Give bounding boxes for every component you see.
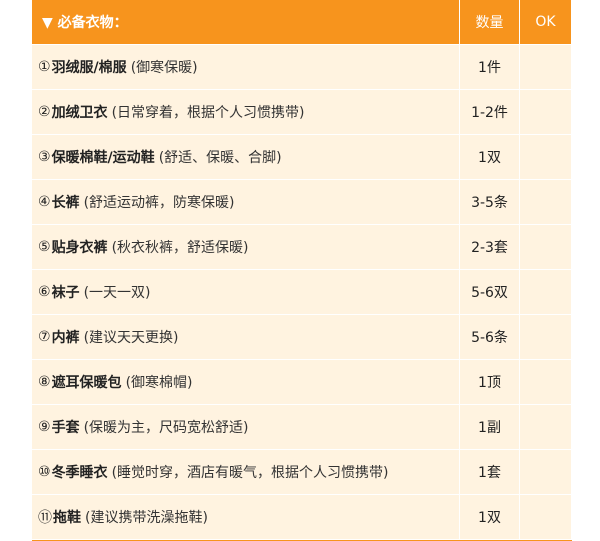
table-row: ⑥ 袜子 (一天一双) 5-6双 — [32, 270, 572, 315]
item-quantity: 3-5条 — [460, 180, 520, 225]
item-cell: ③ 保暖棉鞋/运动鞋 (舒适、保暖、合脚) — [32, 135, 460, 180]
item-cell: ④ 长裤 (舒适运动裤，防寒保暖) — [32, 180, 460, 225]
table-row: ③ 保暖棉鞋/运动鞋 (舒适、保暖、合脚) 1双 — [32, 135, 572, 180]
item-quantity: 1件 — [460, 45, 520, 90]
item-name: 贴身衣裤 — [51, 240, 108, 256]
item-name: 加绒卫衣 — [51, 105, 108, 121]
table-row: ④ 长裤 (舒适运动裤，防寒保暖) 3-5条 — [32, 180, 572, 225]
table-row: ① 羽绒服/棉服 (御寒保暖) 1件 — [32, 45, 572, 90]
item-cell: ⑦ 内裤 (建议天天更换) — [32, 315, 460, 360]
item-quantity: 1-2件 — [460, 90, 520, 135]
item-number: ③ — [38, 149, 51, 165]
item-ok-checkbox[interactable] — [520, 45, 572, 90]
item-ok-checkbox[interactable] — [520, 90, 572, 135]
item-quantity: 1套 — [460, 450, 520, 495]
item-number: ⑥ — [38, 284, 51, 300]
item-ok-checkbox[interactable] — [520, 270, 572, 315]
table-row: ⑩ 冬季睡衣 (睡觉时穿，酒店有暖气，根据个人习惯携带) 1套 — [32, 450, 572, 495]
table-row: ② 加绒卫衣 (日常穿着，根据个人习惯携带) 1-2件 — [32, 90, 572, 135]
item-name: 长裤 — [51, 195, 80, 211]
item-cell: ⑪ 拖鞋 (建议携带洗澡拖鞋) — [32, 495, 460, 540]
item-description: (舒适、保暖、合脚) — [158, 150, 282, 166]
item-description: (睡觉时穿，酒店有暖气，根据个人习惯携带) — [111, 465, 389, 481]
item-quantity: 1双 — [460, 135, 520, 180]
item-ok-checkbox[interactable] — [520, 180, 572, 225]
table-row: ⑤ 贴身衣裤 (秋衣秋裤，舒适保暖) 2-3套 — [32, 225, 572, 270]
table-row: ⑨ 手套 (保暖为主，尺码宽松舒适) 1副 — [32, 405, 572, 450]
item-description: (御寒保暖) — [130, 60, 198, 76]
item-number: ⑨ — [38, 419, 51, 435]
table-row: ⑧ 遮耳保暖包 (御寒棉帽) 1顶 — [32, 360, 572, 405]
item-description: (建议携带洗澡拖鞋) — [85, 510, 208, 526]
item-cell: ⑨ 手套 (保暖为主，尺码宽松舒适) — [32, 405, 460, 450]
table-header-row: ▼ 必备衣物： 数量 OK — [32, 0, 572, 45]
section-title: ▼ 必备衣物： — [32, 0, 460, 45]
item-description: (日常穿着，根据个人习惯携带) — [111, 105, 305, 121]
item-quantity: 1双 — [460, 495, 520, 540]
packing-checklist-table: ▼ 必备衣物： 数量 OK ① 羽绒服/棉服 (御寒保暖) 1件 ② 加绒卫衣 (日常穿… — [32, 0, 572, 540]
item-name: 冬季睡衣 — [51, 465, 108, 481]
item-cell: ② 加绒卫衣 (日常穿着，根据个人习惯携带) — [32, 90, 460, 135]
item-quantity: 5-6条 — [460, 315, 520, 360]
table-row: ⑦ 内裤 (建议天天更换) 5-6条 — [32, 315, 572, 360]
item-ok-checkbox[interactable] — [520, 405, 572, 450]
item-number: ② — [38, 104, 51, 120]
item-number: ⑤ — [38, 239, 51, 255]
item-ok-checkbox[interactable] — [520, 225, 572, 270]
item-description: (舒适运动裤，防寒保暖) — [83, 195, 235, 211]
item-name: 袜子 — [51, 285, 80, 301]
item-ok-checkbox[interactable] — [520, 495, 572, 540]
item-description: (保暖为主，尺码宽松舒适) — [83, 420, 249, 436]
item-quantity: 1副 — [460, 405, 520, 450]
item-quantity: 2-3套 — [460, 225, 520, 270]
item-number: ⑧ — [38, 374, 51, 390]
item-description: (秋衣秋裤，舒适保暖) — [111, 240, 249, 256]
item-name: 内裤 — [51, 330, 80, 346]
item-ok-checkbox[interactable] — [520, 450, 572, 495]
item-number: ⑦ — [38, 329, 51, 345]
item-description: (御寒棉帽) — [125, 375, 193, 391]
item-number: ④ — [38, 194, 51, 210]
item-name: 羽绒服/棉服 — [51, 60, 127, 76]
item-ok-checkbox[interactable] — [520, 360, 572, 405]
item-name: 保暖棉鞋/运动鞋 — [51, 150, 155, 166]
item-name: 手套 — [51, 420, 80, 436]
item-quantity: 5-6双 — [460, 270, 520, 315]
item-cell: ⑥ 袜子 (一天一双) — [32, 270, 460, 315]
quantity-column-header: 数量 — [460, 0, 520, 45]
item-name: 拖鞋 — [53, 510, 81, 526]
item-cell: ⑧ 遮耳保暖包 (御寒棉帽) — [32, 360, 460, 405]
item-description: (建议天天更换) — [83, 330, 179, 346]
table-row: ⑪ 拖鞋 (建议携带洗澡拖鞋) 1双 — [32, 495, 572, 540]
item-number: ⑩ — [38, 464, 51, 480]
item-description: (一天一双) — [83, 285, 151, 301]
ok-column-header: OK — [520, 0, 572, 45]
item-cell: ⑩ 冬季睡衣 (睡觉时穿，酒店有暖气，根据个人习惯携带) — [32, 450, 460, 495]
item-number: ⑪ — [38, 510, 52, 526]
item-ok-checkbox[interactable] — [520, 135, 572, 180]
item-ok-checkbox[interactable] — [520, 315, 572, 360]
item-cell: ① 羽绒服/棉服 (御寒保暖) — [32, 45, 460, 90]
item-name: 遮耳保暖包 — [51, 375, 122, 391]
item-quantity: 1顶 — [460, 360, 520, 405]
item-cell: ⑤ 贴身衣裤 (秋衣秋裤，舒适保暖) — [32, 225, 460, 270]
item-number: ① — [38, 59, 51, 75]
